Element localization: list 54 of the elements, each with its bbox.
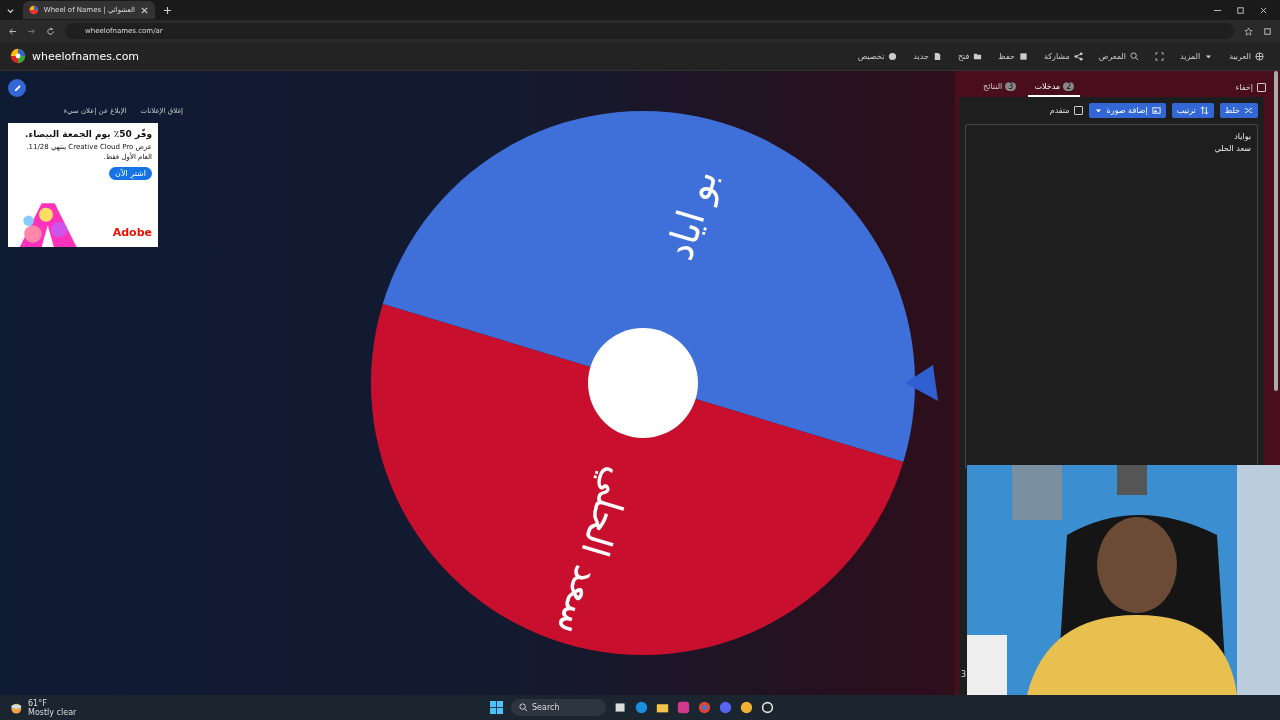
wheel-logo-icon	[29, 5, 39, 15]
recorder-icon[interactable]	[761, 701, 774, 714]
task-view-icon[interactable]	[614, 701, 627, 714]
image-button[interactable]: إضافة صورة	[1088, 103, 1166, 118]
back-icon[interactable]	[8, 26, 17, 36]
entry-count: 3	[961, 670, 967, 679]
temperature-text: 61°F	[28, 698, 48, 708]
ad-headline: وفّر 50٪ يوم الجمعة البيضاء.	[24, 129, 152, 139]
edit-button[interactable]	[8, 79, 26, 97]
nav-gallery-button[interactable]: المعرض	[1092, 49, 1145, 63]
weather-text: Mostly clear	[28, 707, 77, 717]
wheel-logo-icon	[10, 48, 26, 64]
folder-icon[interactable]	[656, 701, 669, 714]
wheel-segment[interactable]	[382, 111, 915, 463]
nav-language-button[interactable]: العربية	[1223, 49, 1270, 63]
search-icon	[519, 703, 528, 712]
nav-more-button[interactable]: المزيد	[1174, 49, 1220, 63]
taskbar-search[interactable]: Search	[511, 699, 606, 716]
nav-customize-button[interactable]: تخصيص	[851, 49, 904, 63]
ad-brand-text: Adobe	[112, 226, 152, 241]
extensions-icon[interactable]	[1263, 26, 1272, 36]
sort-icon	[1199, 106, 1209, 115]
share-icon	[1073, 51, 1083, 61]
advanced-checkbox[interactable]: متقدم	[1049, 106, 1083, 115]
pointer-icon	[905, 365, 938, 401]
fullscreen-icon[interactable]	[1155, 51, 1164, 61]
segment-label: بو اياد	[657, 164, 726, 266]
globe-icon	[1255, 51, 1264, 61]
close-icon[interactable]	[140, 5, 149, 15]
wheel-center[interactable]	[588, 328, 698, 438]
image-icon	[1151, 106, 1161, 115]
shuffle-icon	[1244, 106, 1253, 115]
windows-start-icon[interactable]	[490, 701, 503, 714]
hide-checkbox[interactable]: إخفاء	[1235, 82, 1266, 92]
close-icon[interactable]	[1259, 5, 1268, 15]
buy-now-button[interactable]: اشترِ الآن	[109, 166, 152, 180]
reload-icon[interactable]	[46, 26, 55, 36]
pencil-icon	[12, 83, 22, 93]
sort-button[interactable]: ترتيب	[1171, 103, 1214, 118]
wheel-segment[interactable]	[371, 303, 904, 655]
nav-new-button[interactable]: جديد	[907, 49, 948, 63]
folder-icon	[973, 51, 983, 61]
star-icon[interactable]	[1244, 26, 1253, 36]
segment-label: سعد الحلي	[548, 461, 641, 641]
nav-share-button[interactable]: مشاركة	[1037, 49, 1089, 63]
search-icon	[1130, 51, 1139, 61]
document-icon	[932, 51, 942, 61]
site-logo-text: wheelofnames.com	[32, 49, 140, 63]
shuffle-button[interactable]: خلط	[1219, 103, 1258, 118]
plus-icon[interactable]	[163, 5, 172, 15]
restore-icon[interactable]	[1236, 5, 1245, 15]
nav-save-button[interactable]: حفظ	[992, 49, 1034, 63]
nav-open-button[interactable]: فتح	[951, 49, 989, 63]
forward-icon[interactable]	[27, 26, 36, 36]
